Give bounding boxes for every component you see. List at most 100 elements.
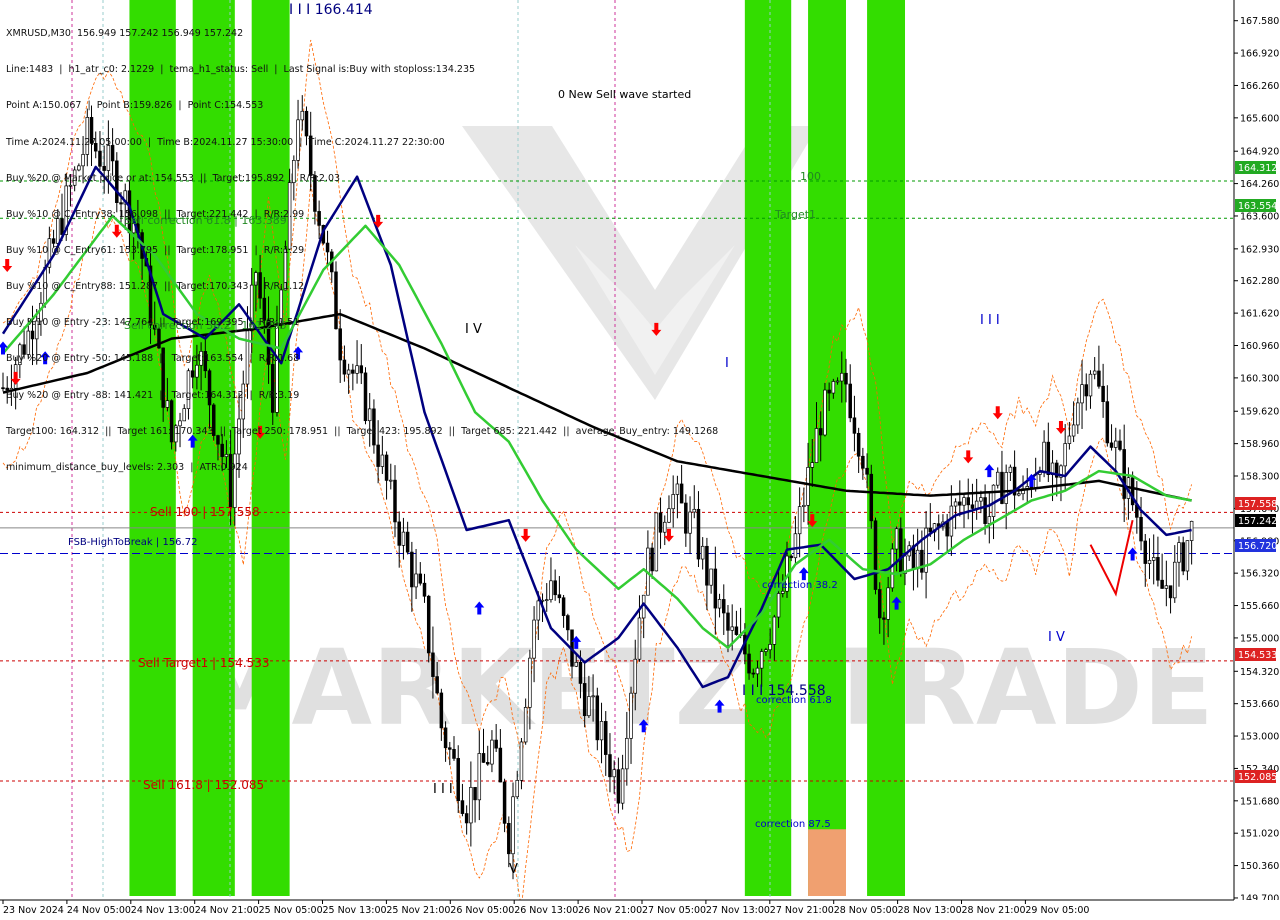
y-tick-label: 158.960 [1240,439,1279,450]
candle-body [1067,435,1072,444]
green-zone [867,0,906,896]
candle-body [431,652,435,677]
info-line: Buy %20 @ Market price or at: 154.553 ||… [6,172,341,184]
candle-body [448,747,452,750]
x-tick-label: 28 Nov 05:00 [834,905,898,916]
candle-body [684,502,688,534]
candle-body [713,568,718,609]
candle-body [1101,385,1105,402]
candle-body [852,417,857,434]
candle-body [831,381,836,394]
candle-body [1097,370,1101,387]
candle-body [835,380,840,383]
candle-body [962,497,966,506]
candle-body [776,593,781,618]
y-tick-label: 154.320 [1240,667,1279,678]
candle-body [511,796,515,855]
candle-body [1080,384,1084,404]
candle-body [877,589,882,619]
candle-body [1046,441,1051,475]
candle-body [519,741,524,781]
candle-body [823,389,827,436]
candle-body [485,762,490,765]
candle-body [1139,516,1143,542]
candle-body [612,769,616,778]
candle-body [945,521,949,537]
candle-body [1092,370,1097,375]
candle-body [557,594,562,599]
info-line: minimum_distance_buy_levels: 2.303 | ATR… [6,461,248,473]
candle-body [734,626,739,635]
candle-body [405,531,410,553]
y-tick-label: 167.580 [1240,16,1279,27]
candle-body [789,555,793,559]
y-tick-label: 164.920 [1240,147,1279,158]
wave-i-label: I [725,356,729,371]
candle-body [608,754,612,778]
candle-body [561,597,566,616]
symbol-line: XMRUSD,M30 156.949 157.242 156.949 157.2… [6,28,244,40]
candle-body [452,748,456,759]
candle-body [1088,373,1093,397]
x-tick-label: 28 Nov 13:00 [898,905,962,916]
candle-body [873,520,878,590]
candle-body [1004,472,1008,504]
candle-body [663,521,667,533]
candle-body [730,626,734,631]
candle-body [528,657,532,708]
candle-body [953,501,958,507]
candle-body [629,692,633,739]
price-tag-164-text: 164.312 [1238,163,1277,174]
candle-body [532,619,536,659]
candle-body [1114,440,1118,448]
info-line: Buy %10 @ C_Entry61: 153.795 || Target:1… [6,244,305,256]
candle-body [658,512,663,533]
candle-body [970,504,975,509]
correction-875-label: correction 87.5 [755,819,831,830]
y-tick-label: 160.300 [1240,373,1279,384]
info-line: Buy %10 @ Entry -23: 147.764 || Target:1… [6,317,300,329]
candle-body [979,497,983,502]
x-tick-label: 23 Nov 2024 [3,905,64,916]
candle-body [886,587,890,620]
info-line: Target100: 164.312 || Target 161: 170.34… [6,425,719,437]
target1-label: Target1 [774,208,816,221]
candle-body [667,508,671,523]
candle-body [422,582,427,597]
candle-body [987,516,992,524]
candle-body [625,737,629,770]
candle-body [595,695,600,741]
info-line: Buy %10 @ C_Entry88: 151.287 || Target:1… [6,281,305,293]
candle-body [793,533,798,559]
candle-body [861,455,865,469]
y-tick-label: 150.360 [1240,861,1279,872]
info-line: Buy %20 @ Entry -88: 141.421 || Target:1… [6,389,300,401]
y-tick-label: 166.260 [1240,81,1279,92]
x-tick-label: 27 Nov 05:00 [642,905,706,916]
y-tick-label: 156.320 [1240,569,1279,580]
candle-body [688,511,692,534]
candle-body [726,612,730,631]
correction-618-label: correction 61.8 [756,695,832,706]
candle-body [507,822,511,855]
candle-body [1156,557,1160,581]
y-tick-label: 155.660 [1240,601,1279,612]
y-tick-label: 163.600 [1240,211,1279,222]
candle-body [502,781,507,824]
candle-body [603,721,608,755]
candle-body [490,739,494,765]
x-tick-label: 26 Nov 13:00 [514,905,578,916]
candle-body [439,692,444,729]
candle-body [1017,493,1021,496]
y-tick-label: 160.960 [1240,341,1279,352]
candle-body [717,599,722,609]
candle-body [498,747,503,783]
info-line: Buy %20 @ Entry -50: 145.188 || Target:1… [6,353,300,365]
candle-body [865,467,869,475]
candle-body [418,573,423,584]
candle-body [633,658,637,694]
price-tag-current-text: 157.242 [1238,516,1277,527]
candle-body [397,521,401,546]
watermark-text: MARKETZI TRADE [188,627,1214,749]
candle-body [928,527,933,533]
